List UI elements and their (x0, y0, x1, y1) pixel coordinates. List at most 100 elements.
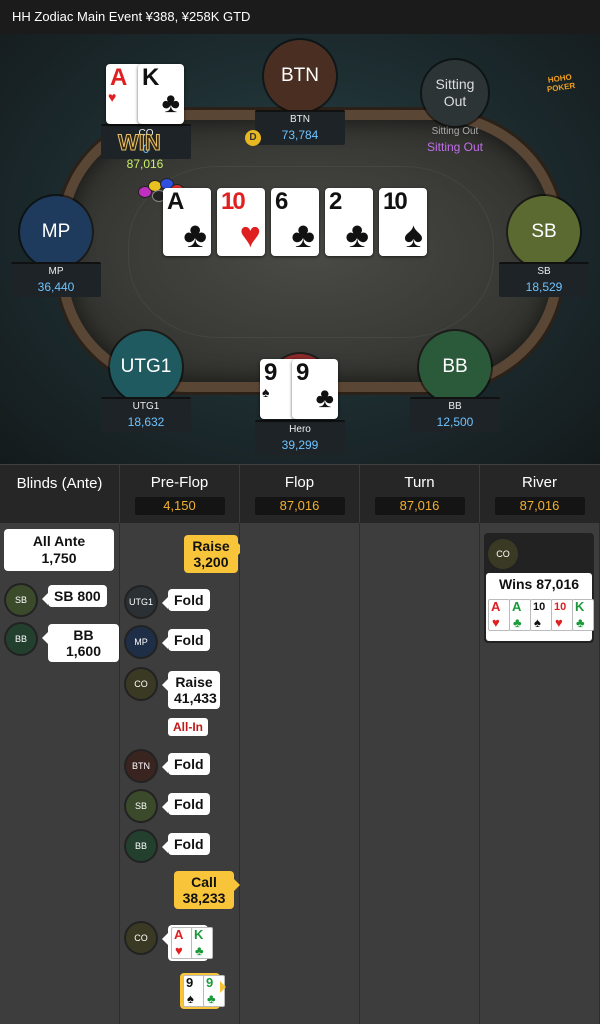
co-showdown-cards: A ♥ K ♣ (162, 925, 213, 961)
sb-avatar: SB (126, 791, 156, 821)
board-card-flop-3: 6 ♣ (271, 188, 319, 256)
street-name: Blinds (Ante) (16, 475, 103, 492)
avatar-label: UTG1 (128, 597, 153, 607)
seat-stack: 12,500 (436, 415, 474, 429)
seat-name: Hero (289, 424, 311, 435)
preflop-column: Raise 3,200 UTG1 Fold MP Fold CO Raise 4… (120, 523, 244, 1024)
street-header-preflop[interactable]: Pre-Flop 4,150 (120, 465, 240, 523)
seat-plate: BB 12,500 (410, 397, 500, 432)
street-header-turn[interactable]: Turn 87,016 (360, 465, 480, 523)
hoho-poker-logo: HOHO POKER (534, 71, 587, 104)
seat-stack: 18,529 (525, 280, 563, 294)
mini-card: 9 ♠ (183, 975, 205, 1007)
seat-name: BB (448, 401, 462, 412)
co-avatar: CO (126, 669, 156, 699)
seat-stack: 73,784 (281, 128, 319, 142)
co-bet-amount: 87,016 (126, 157, 164, 171)
seat-mp[interactable]: MP MP 36,440 (10, 196, 102, 297)
turn-column (360, 523, 480, 1024)
seat-plate: Hero 39,299 (255, 420, 345, 455)
avatar: Sitting Out (422, 60, 488, 126)
seat-name: Sitting Out (431, 126, 479, 137)
avatar-label: CO (496, 549, 510, 559)
mini-card: 10 ♠ (530, 599, 552, 631)
seat-name: SB (537, 266, 551, 277)
allin-badge: All-In (168, 718, 208, 736)
action-label: Raise (192, 538, 230, 554)
seat-status: Sitting Out (426, 140, 484, 154)
street-name: Turn (404, 474, 435, 491)
seat-name: UTG1 (132, 401, 160, 412)
winning-hand: Wins 87,016 A ♥ A ♣ 10 ♠ 10 ♥ K ♣ (486, 573, 594, 641)
raise-action: Raise 3,200 (184, 535, 244, 573)
action-label: Raise (175, 674, 213, 690)
street-name: Flop (284, 474, 315, 491)
street-header-river[interactable]: River 87,016 (480, 465, 599, 523)
mini-card: A ♣ (509, 599, 531, 631)
avatar-label: SB (14, 595, 27, 605)
seat-plate: MP 36,440 (11, 262, 101, 297)
seat-bb[interactable]: BB BB 12,500 (409, 331, 501, 432)
seat-stack: 39,299 (281, 438, 319, 452)
seat-sb[interactable]: SB SB 18,529 (498, 196, 590, 297)
hero-hole-card-2: 9 ♣ (292, 359, 338, 419)
utg1-fold-action: Fold (162, 589, 210, 611)
seat-btn[interactable]: BTN BTN 73,784 (254, 40, 346, 145)
seat-plate: SB 18,529 (499, 262, 589, 297)
call-action: Call 38,233 (174, 871, 240, 909)
dealer-button: D (245, 130, 261, 146)
avatar-label: BB (134, 841, 147, 851)
street-header-flop[interactable]: Flop 87,016 (240, 465, 360, 523)
avatar-label: BTN (281, 65, 319, 86)
seat-stack: 36,440 (37, 280, 75, 294)
mp-avatar: MP (126, 627, 156, 657)
co-raise-action: Raise 41,433 (162, 671, 220, 709)
ante-box: All Ante 1,750 (4, 529, 114, 571)
street-pot: 87,016 (254, 497, 345, 515)
avatar-label: BB (14, 634, 27, 644)
board-card-turn: 2 ♣ (325, 188, 373, 256)
btn-fold-action: Fold (162, 753, 210, 775)
blinds-column: All Ante 1,750 SB SB 800 BB BB 1,600 (0, 523, 120, 1024)
river-column: CO Wins 87,016 A ♥ A ♣ 10 ♠ 10 ♥ K ♣ (480, 523, 600, 1024)
avatar-label: SB (531, 221, 557, 242)
seat-stack: 18,632 (127, 415, 165, 429)
mini-card: 9 ♣ (203, 975, 225, 1007)
avatar: UTG1 (110, 331, 182, 403)
action-label: Call (191, 874, 217, 890)
board-card-flop-1: A ♣ (163, 188, 211, 256)
avatar: BTN (264, 40, 336, 112)
seat-utg1[interactable]: UTG1 UTG1 18,632 (100, 331, 192, 432)
seat-name: MP (48, 266, 64, 277)
title-bar: HH Zodiac Main Event ¥388, ¥258K GTD (0, 0, 600, 35)
board-card-river: 10 ♠ (379, 188, 427, 256)
action-amount: 41,433 (174, 690, 217, 706)
board-card-flop-2: 10 ♥ (217, 188, 265, 256)
bb-blind-action: BB 1,600 (42, 624, 119, 662)
btn-avatar: BTN (126, 751, 156, 781)
street-pot: 87,016 (374, 497, 465, 515)
avatar-label: CO (134, 679, 148, 689)
co-avatar: CO (488, 539, 518, 569)
avatar-label: SB (134, 801, 147, 811)
action-log[interactable]: All Ante 1,750 SB SB 800 BB BB 1,600 Rai… (0, 523, 600, 1024)
window-title: HH Zodiac Main Event ¥388, ¥258K GTD (12, 9, 251, 24)
action-amount: 3,200 (193, 554, 229, 570)
win-badge: WIN (118, 130, 162, 156)
hero-showdown-cards: 9 ♠ 9 ♣ (180, 973, 226, 1009)
mini-card: K ♣ (572, 599, 594, 631)
seat-plate: BTN 73,784 (255, 110, 345, 145)
street-header-blinds[interactable]: Blinds (Ante) (0, 465, 120, 523)
avatar: MP (20, 196, 92, 268)
co-avatar: CO (126, 923, 156, 953)
seat-plate: UTG1 18,632 (101, 397, 191, 432)
avatar-label: BB (442, 356, 468, 377)
mini-card: A ♥ (488, 599, 510, 631)
mp-fold-action: Fold (162, 629, 210, 651)
street-pot: 4,150 (134, 497, 225, 515)
seat-name: BTN (290, 114, 310, 125)
mini-card: A ♥ (171, 927, 193, 959)
mini-card: 10 ♥ (551, 599, 573, 631)
ante-amount: 1,750 (41, 550, 77, 566)
seat-sitting-out[interactable]: Sitting Out Sitting Out Sitting Out (409, 60, 501, 154)
